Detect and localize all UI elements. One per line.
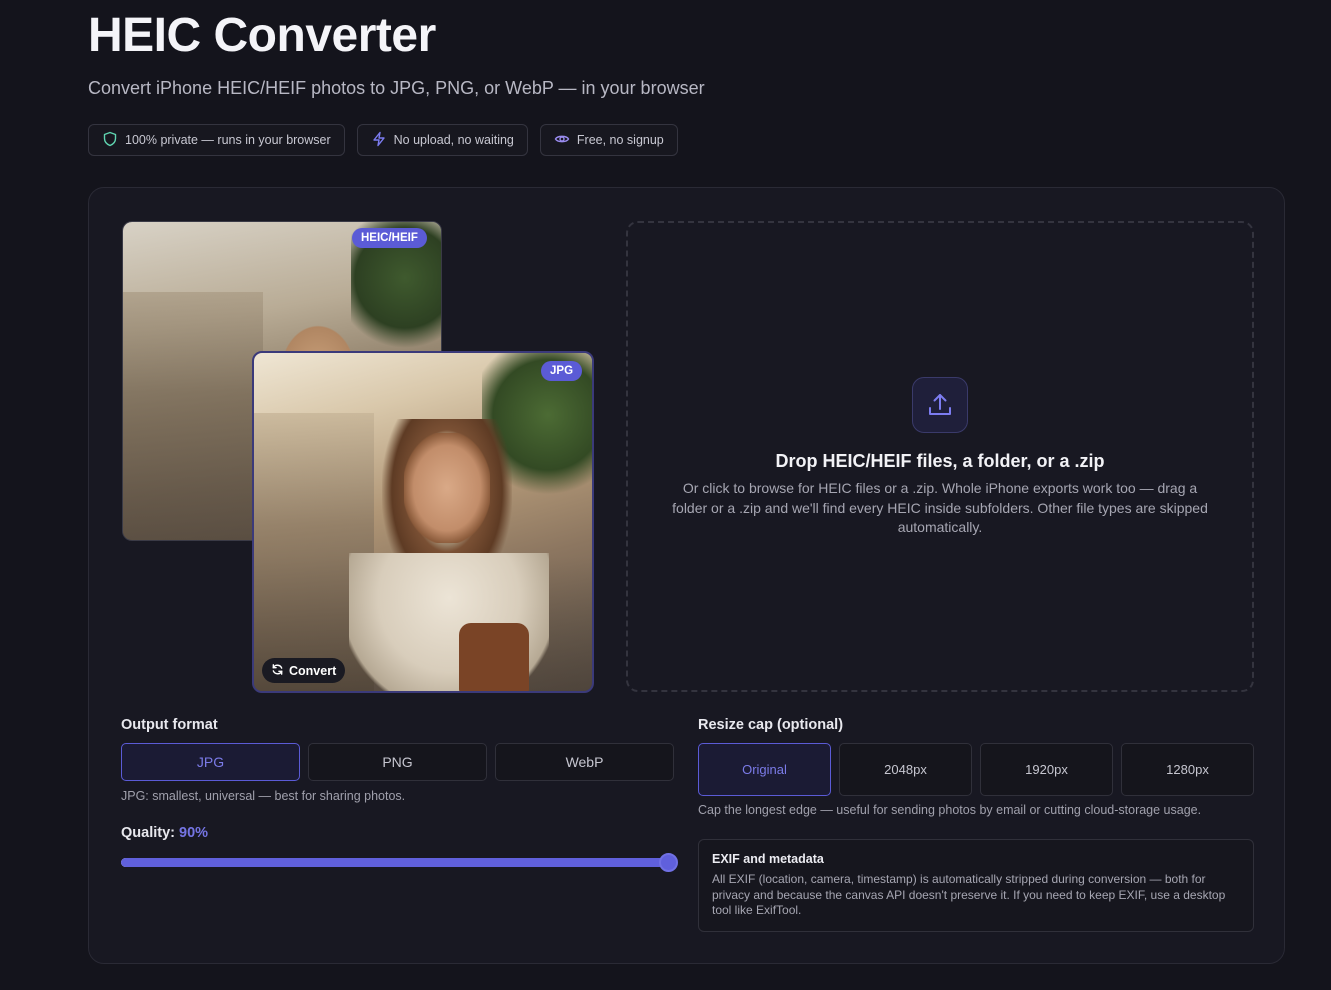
quality-label: Quality: 90% [121, 825, 208, 841]
shield-icon [102, 131, 118, 150]
jpg-preview-image [252, 351, 594, 693]
badge-label: Free, no signup [576, 133, 664, 147]
slider-fill [121, 858, 669, 867]
resize-options: Original 2048px 1920px 1280px [698, 743, 1254, 796]
format-option-jpg[interactable]: JPG [121, 743, 300, 781]
convert-label: Convert [289, 663, 337, 678]
exif-title: EXIF and metadata [712, 852, 824, 866]
refresh-icon [271, 663, 284, 679]
eye-icon [554, 131, 570, 150]
format-note: JPG: smallest, universal — best for shar… [121, 789, 406, 803]
upload-icon[interactable] [912, 377, 968, 433]
exif-info-box: EXIF and metadata All EXIF (location, ca… [698, 839, 1254, 932]
output-format-options: JPG PNG WebP [121, 743, 674, 781]
resize-option-1920[interactable]: 1920px [980, 743, 1113, 796]
resize-option-2048[interactable]: 2048px [839, 743, 972, 796]
resize-option-original[interactable]: Original [698, 743, 831, 796]
badge-label: 100% private — runs in your browser [125, 133, 331, 147]
exif-body: All EXIF (location, camera, timestamp) i… [712, 872, 1226, 917]
output-format-label: Output format [121, 717, 218, 733]
format-option-webp[interactable]: WebP [495, 743, 674, 781]
resize-note: Cap the longest edge — useful for sendin… [698, 803, 1202, 817]
format-option-png[interactable]: PNG [308, 743, 487, 781]
file-dropzone[interactable]: Drop HEIC/HEIF files, a folder, or a .zi… [626, 221, 1254, 692]
page-subtitle: Convert iPhone HEIC/HEIF photos to JPG, … [88, 78, 705, 98]
heic-format-tag: HEIC/HEIF [352, 228, 427, 248]
badge-private: 100% private — runs in your browser [88, 124, 345, 156]
lightning-icon [371, 131, 387, 150]
badge-free: Free, no signup [539, 124, 678, 156]
converter-panel: HEIC/HEIF JPG Convert Drop HEIC/HEIF fil… [88, 187, 1285, 964]
resize-cap-label: Resize cap (optional) [698, 717, 844, 733]
convert-pill: Convert [262, 658, 346, 683]
page-title: HEIC Converter [88, 9, 436, 62]
dropzone-description: Or click to browse for HEIC files or a .… [672, 480, 1208, 535]
quality-value: 90% [179, 825, 209, 841]
resize-option-1280[interactable]: 1280px [1121, 743, 1254, 796]
feature-badges: 100% private — runs in your browser No u… [88, 124, 678, 156]
badge-no-upload: No upload, no waiting [356, 124, 528, 156]
slider-thumb[interactable] [659, 853, 679, 872]
jpg-format-tag: JPG [541, 361, 583, 381]
dropzone-title: Drop HEIC/HEIF files, a folder, or a .zi… [775, 451, 1105, 471]
quality-label-text: Quality: [121, 825, 175, 841]
quality-slider[interactable] [121, 853, 679, 872]
badge-label: No upload, no waiting [393, 133, 514, 147]
